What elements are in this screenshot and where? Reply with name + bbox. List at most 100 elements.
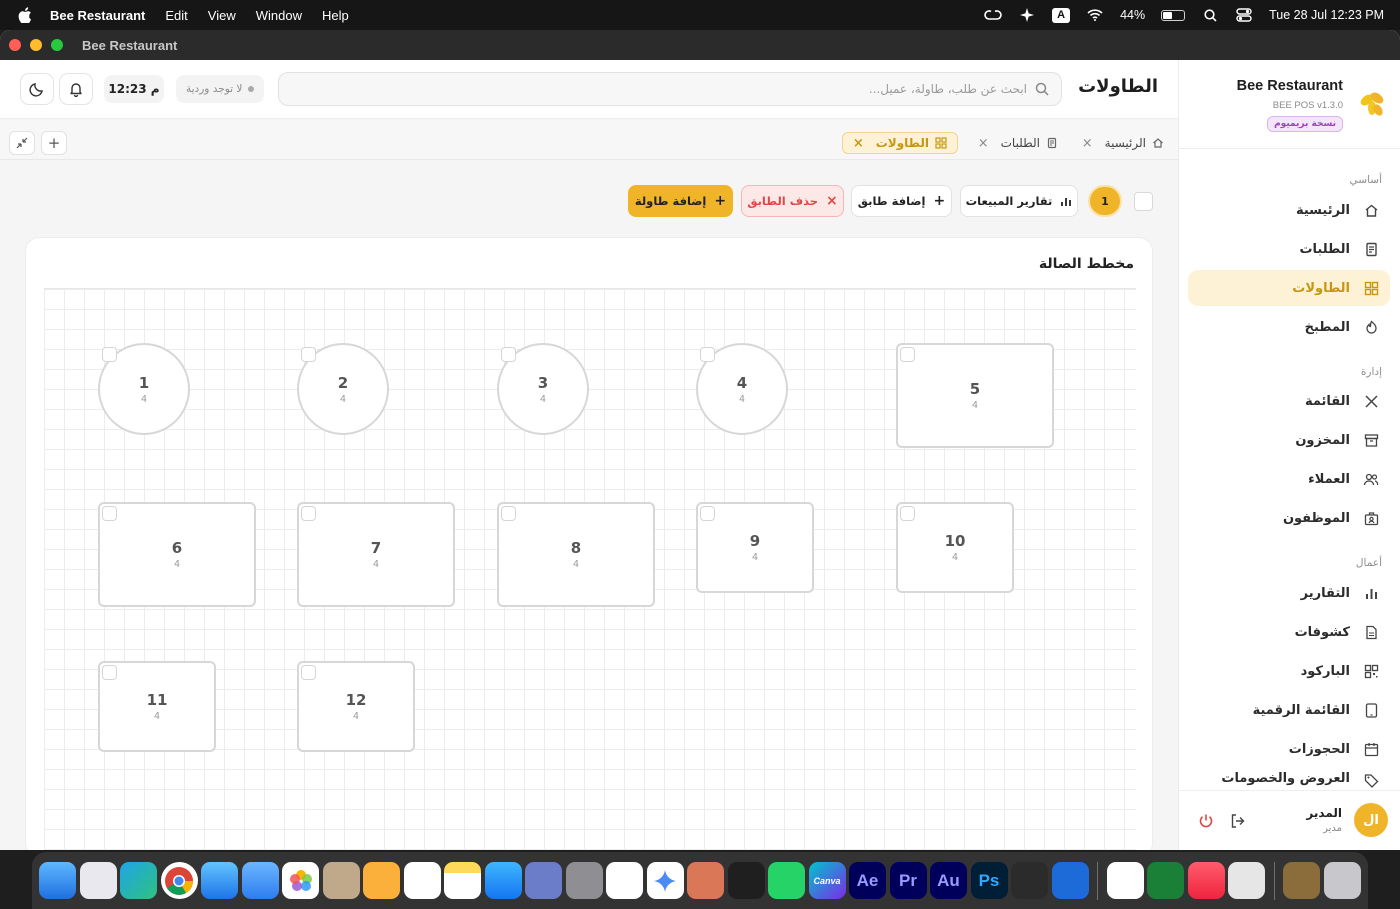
select-all-checkbox[interactable]: [1134, 192, 1153, 211]
search-box[interactable]: [278, 72, 1062, 106]
davinci-icon[interactable]: [1011, 862, 1048, 899]
app-store-icon[interactable]: [484, 862, 522, 899]
sidebar-item-barcode[interactable]: الباركود: [1188, 653, 1390, 689]
photos-icon[interactable]: [282, 862, 319, 899]
sidebar-item-home[interactable]: الرئيسية: [1188, 192, 1390, 228]
logout-icon[interactable]: [1230, 813, 1246, 829]
add-floor-button[interactable]: + إضافة طابق: [851, 185, 952, 217]
system-settings-icon[interactable]: [565, 862, 603, 899]
sidebar-item-reports[interactable]: التقارير: [1188, 575, 1390, 611]
music-icon[interactable]: [1187, 862, 1225, 899]
table-select-checkbox[interactable]: [301, 347, 316, 362]
menu-window[interactable]: Window: [256, 8, 302, 23]
table-3[interactable]: 3 4: [497, 343, 589, 435]
numbers-icon[interactable]: [1147, 862, 1184, 899]
sidebar-item-digital-menu[interactable]: القائمة الرقمية: [1188, 692, 1390, 728]
sidebar-item-menu[interactable]: القائمة: [1188, 383, 1390, 419]
table-4[interactable]: 4 4: [696, 343, 788, 435]
delete-floor-button[interactable]: × حذف الطابق: [741, 185, 844, 217]
chrome-icon[interactable]: [160, 862, 198, 899]
minimize-window-button[interactable]: [30, 39, 42, 51]
spotlight-search-icon[interactable]: [1201, 7, 1219, 23]
after-effects-icon[interactable]: Ae: [849, 862, 886, 899]
menu-app-name[interactable]: Bee Restaurant: [50, 8, 145, 23]
table-8[interactable]: 8 4: [497, 502, 655, 607]
sidebar-item-kitchen[interactable]: المطبخ: [1188, 309, 1390, 345]
canva-icon[interactable]: Canva: [808, 862, 846, 899]
menu-view[interactable]: View: [208, 8, 236, 23]
menubar-clock[interactable]: Tue 28 Jul 12:23 PM: [1269, 8, 1384, 22]
table-5[interactable]: 5 4: [896, 343, 1054, 448]
table-select-checkbox[interactable]: [501, 347, 516, 362]
premiere-icon[interactable]: Pr: [889, 862, 927, 899]
close-tab-icon[interactable]: ×: [853, 136, 864, 151]
collapse-tabs-button[interactable]: [9, 131, 35, 155]
floor-selector[interactable]: 1: [1088, 185, 1122, 217]
sidebar-item-orders[interactable]: الطلبات: [1188, 231, 1390, 267]
table-select-checkbox[interactable]: [102, 506, 117, 521]
table-select-checkbox[interactable]: [301, 665, 316, 680]
photoshop-icon[interactable]: Ps: [970, 862, 1008, 899]
menu-help[interactable]: Help: [322, 8, 349, 23]
sidebar-item-employees[interactable]: الموظفون: [1188, 500, 1390, 536]
dark-mode-toggle[interactable]: [20, 73, 54, 105]
calendar-app-icon[interactable]: [1106, 862, 1144, 899]
table-10[interactable]: 10 4: [896, 502, 1014, 593]
sidebar-item-customers[interactable]: العملاء: [1188, 461, 1390, 497]
sidebar-item-tables[interactable]: الطاولات: [1188, 270, 1390, 306]
sidebar-item-reservations[interactable]: الحجوزات: [1188, 731, 1390, 767]
table-2[interactable]: 2 4: [297, 343, 389, 435]
close-window-button[interactable]: [9, 39, 21, 51]
table-select-checkbox[interactable]: [900, 347, 915, 362]
table-select-checkbox[interactable]: [102, 347, 117, 362]
apple-icon[interactable]: [18, 7, 32, 23]
menu-edit[interactable]: Edit: [165, 8, 187, 23]
creative-cloud-icon[interactable]: [984, 7, 1002, 23]
battery-icon[interactable]: [1161, 9, 1186, 21]
wifi-icon[interactable]: [1086, 7, 1104, 23]
floor-plan-canvas[interactable]: 1 4 2 4 3 4 4 4 5 4 6 4 7 4 8 4 9 4 10 4…: [44, 288, 1136, 850]
table-11[interactable]: 11 4: [98, 661, 216, 752]
edge-icon[interactable]: [120, 862, 157, 899]
table-7[interactable]: 7 4: [297, 502, 455, 607]
table-select-checkbox[interactable]: [900, 506, 915, 521]
trash-icon[interactable]: [1323, 862, 1361, 899]
table-select-checkbox[interactable]: [102, 665, 117, 680]
avatar[interactable]: ال: [1354, 803, 1388, 837]
input-source-icon[interactable]: A: [1052, 7, 1071, 23]
table-select-checkbox[interactable]: [501, 506, 516, 521]
tab-home[interactable]: الرئيسية ×: [1082, 132, 1164, 154]
mail-icon[interactable]: [241, 862, 279, 899]
whatsapp-icon[interactable]: [768, 862, 805, 899]
sidebar-item-offers[interactable]: العروض والخصومات: [1188, 770, 1390, 790]
notifications-button[interactable]: [59, 73, 93, 105]
gemini-icon[interactable]: [646, 862, 684, 899]
tab-orders[interactable]: الطلبات ×: [978, 132, 1058, 154]
notes-icon[interactable]: [444, 862, 481, 899]
reminders-icon[interactable]: [403, 862, 441, 899]
power-icon[interactable]: [1198, 813, 1214, 829]
audition-icon[interactable]: Au: [930, 862, 967, 899]
finder-icon[interactable]: [39, 862, 76, 899]
tab-tables[interactable]: الطاولات ×: [841, 132, 958, 154]
launchpad-icon[interactable]: [79, 862, 117, 899]
zoom-window-button[interactable]: [51, 39, 63, 51]
quicktime-icon[interactable]: [1051, 862, 1089, 899]
add-table-button[interactable]: + إضافة طاولة: [628, 185, 733, 217]
close-tab-icon[interactable]: ×: [978, 136, 989, 151]
table-select-checkbox[interactable]: [301, 506, 316, 521]
claude-icon[interactable]: [687, 862, 724, 899]
vscode-icon[interactable]: [727, 862, 765, 899]
chatgpt-icon[interactable]: [606, 862, 643, 899]
control-center-icon[interactable]: [1235, 7, 1253, 23]
sparkle-icon[interactable]: [1018, 7, 1036, 23]
new-tab-button[interactable]: +: [41, 131, 67, 155]
search-input[interactable]: [307, 82, 1027, 96]
simulator-icon[interactable]: [525, 862, 562, 899]
sales-reports-button[interactable]: تقارير المبيعات: [960, 185, 1078, 217]
table-select-checkbox[interactable]: [700, 506, 715, 521]
table-select-checkbox[interactable]: [700, 347, 715, 362]
table-6[interactable]: 6 4: [98, 502, 256, 607]
close-tab-icon[interactable]: ×: [1082, 136, 1093, 151]
table-1[interactable]: 1 4: [98, 343, 190, 435]
